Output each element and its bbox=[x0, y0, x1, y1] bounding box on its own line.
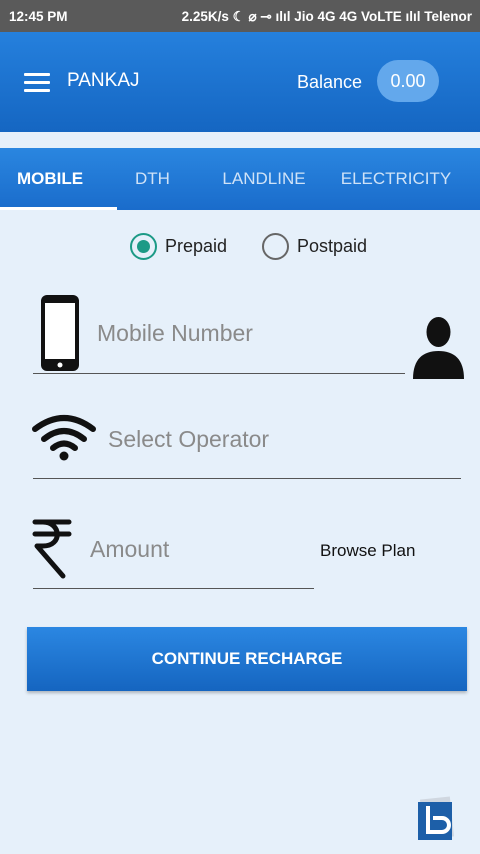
tab-dth[interactable]: DTH bbox=[115, 148, 190, 210]
service-tabs: MOBILE DTH LANDLINE ELECTRICITY bbox=[0, 148, 480, 210]
brand-logo-icon bbox=[418, 796, 455, 840]
operator-field-underline bbox=[33, 478, 461, 479]
postpaid-label: Postpaid bbox=[297, 235, 368, 256]
postpaid-radio[interactable]: Postpaid bbox=[262, 232, 367, 260]
tab-mobile[interactable]: MOBILE bbox=[0, 148, 100, 210]
select-operator-input[interactable] bbox=[108, 420, 448, 458]
app-bar: PANKAJ Balance 0.00 bbox=[0, 32, 480, 132]
radio-unchecked-icon[interactable] bbox=[262, 232, 289, 260]
balance-value[interactable]: 0.00 bbox=[377, 60, 439, 102]
tab-electricity[interactable]: ELECTRICITY bbox=[332, 148, 460, 210]
status-indicators: 2.25K/s ☾ ⌀ ⊸ ılıl Jio 4G 4G VoLTE ılıl … bbox=[181, 9, 472, 24]
mobile-field-underline bbox=[33, 373, 405, 374]
status-time: 12:45 PM bbox=[9, 9, 68, 24]
amount-input[interactable] bbox=[90, 530, 300, 568]
smartphone-icon bbox=[41, 295, 79, 371]
user-name: PANKAJ bbox=[67, 70, 140, 91]
menu-icon[interactable] bbox=[24, 73, 50, 93]
balance-label: Balance bbox=[297, 72, 363, 92]
continue-recharge-button[interactable]: CONTINUE RECHARGE bbox=[27, 627, 467, 691]
browse-plan-link[interactable]: Browse Plan bbox=[320, 541, 415, 561]
wifi-signal-icon bbox=[32, 415, 96, 461]
status-bar: 12:45 PM 2.25K/s ☾ ⌀ ⊸ ılıl Jio 4G 4G Vo… bbox=[0, 0, 480, 32]
tab-landline[interactable]: LANDLINE bbox=[210, 148, 318, 210]
radio-checked-icon[interactable] bbox=[130, 232, 157, 260]
mobile-number-input[interactable] bbox=[97, 314, 397, 352]
contact-person-icon[interactable] bbox=[411, 315, 466, 379]
amount-field-underline bbox=[33, 588, 314, 589]
active-tab-indicator bbox=[0, 207, 117, 210]
prepaid-radio[interactable]: Prepaid bbox=[130, 232, 227, 260]
rupee-icon bbox=[32, 519, 72, 579]
prepaid-label: Prepaid bbox=[165, 235, 228, 256]
header-spacer bbox=[0, 132, 480, 148]
